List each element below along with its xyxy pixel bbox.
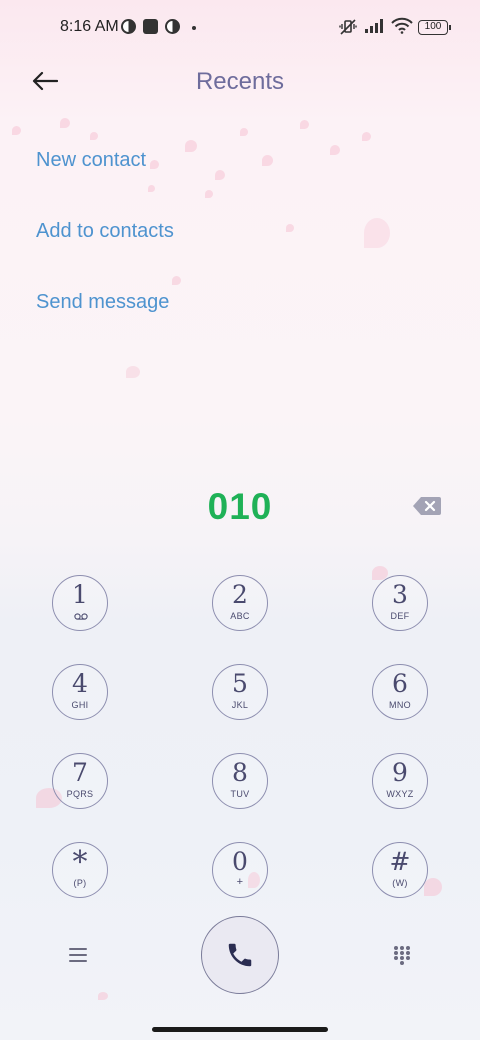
call-button[interactable]: [201, 916, 279, 994]
key-1-digit: 1: [72, 580, 88, 609]
phone-icon: [228, 943, 252, 967]
page-title: Recents: [195, 68, 285, 95]
key-4-digit: 4: [72, 669, 88, 698]
key-6-letters: MNO: [389, 700, 411, 710]
key-4[interactable]: 4 GHI: [52, 664, 108, 720]
wifi-icon: [391, 17, 413, 34]
key-9[interactable]: 9 WXYZ: [372, 753, 428, 809]
dialpad-toggle-icon[interactable]: [393, 945, 411, 965]
battery-icon: 100: [418, 20, 451, 35]
key-8-letters: TUV: [230, 789, 250, 799]
key-7[interactable]: 7 PQRS: [52, 753, 108, 809]
key-3-letters: DEF: [390, 611, 410, 621]
key-2-digit: 2: [232, 580, 248, 609]
new-contact-link[interactable]: New contact: [36, 149, 146, 172]
dialed-number: 010: [207, 486, 273, 527]
notification-app-icon: [121, 19, 136, 34]
key-5-digit: 5: [232, 669, 248, 698]
key-star[interactable]: * (P): [52, 842, 108, 898]
key-9-digit: 9: [392, 758, 408, 787]
home-indicator[interactable]: [152, 1027, 328, 1032]
cellular-signal-icon: [365, 19, 383, 33]
status-bar: 8:16 AM 100: [0, 0, 480, 56]
status-time: 8:16 AM: [60, 18, 119, 35]
key-6[interactable]: 6 MNO: [372, 664, 428, 720]
key-7-digit: 7: [72, 758, 88, 787]
header: Recents: [0, 56, 480, 112]
vibrate-mute-icon: [339, 19, 357, 35]
key-0[interactable]: 0 +: [212, 842, 268, 898]
key-0-digit: 0: [232, 847, 248, 876]
notification-app-icon-2: [165, 19, 180, 34]
key-5-letters: JKL: [231, 700, 249, 710]
menu-icon[interactable]: [68, 947, 88, 963]
key-5[interactable]: 5 JKL: [212, 664, 268, 720]
key-6-digit: 6: [392, 669, 408, 698]
key-7-letters: PQRS: [66, 789, 94, 799]
key-star-letters: (P): [73, 878, 87, 888]
key-4-letters: GHI: [71, 700, 89, 710]
key-1[interactable]: 1: [52, 575, 108, 631]
key-hash[interactable]: # (W): [372, 842, 428, 898]
key-8-digit: 8: [232, 758, 248, 787]
key-star-digit: *: [72, 845, 88, 880]
key-2[interactable]: 2 ABC: [212, 575, 268, 631]
key-hash-digit: #: [389, 847, 411, 876]
voicemail-icon: [74, 613, 88, 620]
key-8[interactable]: 8 TUV: [212, 753, 268, 809]
key-0-letters: +: [236, 876, 244, 888]
key-9-letters: WXYZ: [386, 789, 414, 799]
notification-square-icon: [143, 19, 158, 34]
backspace-button[interactable]: [412, 494, 442, 518]
key-3-digit: 3: [392, 580, 408, 609]
send-message-link[interactable]: Send message: [36, 291, 169, 314]
key-2-letters: ABC: [230, 611, 250, 621]
add-to-contacts-link[interactable]: Add to contacts: [36, 220, 174, 243]
key-hash-letters: (W): [392, 878, 408, 888]
more-notifications-dot-icon: [192, 26, 196, 30]
key-3[interactable]: 3 DEF: [372, 575, 428, 631]
